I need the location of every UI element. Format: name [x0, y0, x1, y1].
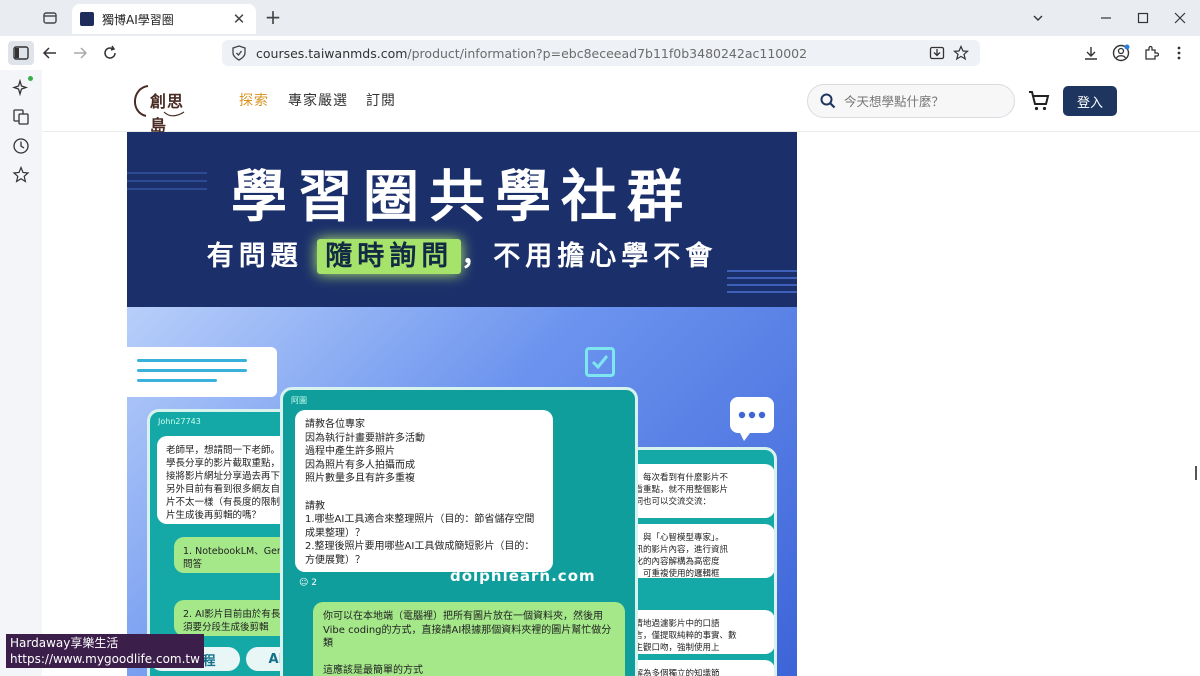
nav-subscribe[interactable]: 訂閱 [366, 90, 396, 110]
banner-subtitle: 有問題 隨時詢問 ，不用擔心學不會 [127, 234, 797, 274]
login-button[interactable]: 登入 [1063, 86, 1117, 116]
site-favicon-icon [80, 12, 94, 26]
tab-overview-icon[interactable] [38, 6, 62, 30]
notification-dot [28, 76, 33, 81]
web-page: 創思島 探索 專家嚴選 訂閱 登入 學習圈共學社群 有問題 隨時詢問，不用擔心學… [42, 70, 1200, 676]
watermark-line-1: Hardaway享樂生活 [10, 636, 119, 650]
profile-icon[interactable] [1109, 41, 1133, 65]
nav-explore[interactable]: 探索 [239, 90, 269, 110]
course-banner-image: 學習圈共學社群 有問題 隨時詢問 ，不用擔心學不會 John27743 老師早，想… [127, 132, 797, 676]
forward-arrow-icon[interactable] [68, 41, 92, 65]
downloads-icon[interactable] [1079, 41, 1103, 65]
card-right-text-4: 影片拆解為多個獨立的知識節 [630, 660, 774, 676]
new-tab-button[interactable]: + [262, 6, 284, 28]
card-right-text-2: 架構師」與「心智模型專家」。 取高雜訊的影片內容，進行資訊 、口語化的內容解構為… [630, 524, 774, 578]
install-app-icon[interactable] [928, 44, 946, 62]
banner-title: 學習圈共學社群 [231, 164, 693, 230]
chat-bubble-icon [730, 397, 774, 441]
photographer-watermark: Hardaway享樂生活 https://www.mygoodlife.com.… [6, 634, 204, 668]
shopping-cart-icon[interactable] [1027, 89, 1051, 113]
tab-title: 獨博AI學習圈 [102, 12, 174, 27]
site-info-shield-icon[interactable] [232, 45, 246, 61]
favorites-star-icon[interactable] [11, 165, 31, 185]
back-arrow-icon[interactable] [38, 41, 62, 65]
banner-stripe-decoration-right [727, 270, 797, 298]
browser-toolbar: courses.taiwanmds.com/product/informatio… [0, 36, 1200, 70]
extensions-puzzle-icon[interactable] [1139, 41, 1163, 65]
banner-subtitle-post: ，不用擔心學不會 [461, 241, 718, 272]
reaction-emoji-icon: ☺ [299, 578, 309, 588]
browser-tab[interactable]: 獨博AI學習圈 ✕ [72, 4, 256, 34]
card-center-username: 阿圖 [291, 396, 307, 405]
message-box-decoration [127, 347, 277, 397]
banner-illustration: John27743 老師早，想請問一下老師。 學長分享的影片截取重點，需 接將影… [127, 307, 797, 676]
chat-card-center: 阿圖 請教各位專家 因為執行計畫要辦許多活動 過程中產生許多照片 因為照片有多人… [280, 387, 638, 676]
logo-text: 創思島 [150, 92, 185, 135]
card-right-text-3: **：無情地過濾影片中的口語 客套發言，僅提取純粹的事實、數 講者的主觀口吻，強… [630, 610, 774, 654]
chat-card-right: 提示詞，每次看到有什麼影片不 示詞去看重點，就不用整個影片 的提示詞也可以交流交… [627, 447, 777, 676]
maximize-button[interactable] [1133, 8, 1153, 28]
tab-list-chevron-icon[interactable] [1028, 8, 1048, 28]
course-search[interactable] [807, 84, 1015, 118]
collections-icon[interactable] [11, 107, 31, 127]
minimize-button[interactable] [1096, 8, 1116, 28]
history-clock-icon[interactable] [11, 136, 31, 156]
search-input[interactable] [844, 93, 994, 109]
card-right-text-1: 提示詞，每次看到有什麼影片不 示詞去看重點，就不用整個影片 的提示詞也可以交流交… [630, 464, 774, 518]
reload-icon[interactable] [98, 41, 122, 65]
card-center-question: 請教各位專家 因為執行計畫要辦許多活動 過程中產生許多照片 因為照片有多人拍攝而… [295, 410, 553, 572]
close-window-button[interactable] [1170, 8, 1190, 28]
browser-side-panel [0, 70, 42, 676]
copilot-sparkle-icon[interactable] [11, 78, 31, 98]
site-logo[interactable]: 創思島 [128, 82, 200, 135]
more-menu-icon[interactable] [1167, 41, 1191, 65]
url-text[interactable]: courses.taiwanmds.com/product/informatio… [256, 46, 922, 61]
close-tab-icon[interactable]: ✕ [230, 10, 248, 28]
banner-domain-watermark: dolphlearn.com [450, 567, 596, 585]
checkbox-icon [585, 347, 615, 377]
url-path: /product/information?p=ebc8eceead7b11f0b… [407, 45, 808, 61]
banner-header-area: 學習圈共學社群 有問題 隨時詢問 ，不用擔心學不會 [127, 132, 797, 307]
site-header: 創思島 探索 專家嚴選 訂閱 登入 [42, 70, 1200, 135]
banner-subtitle-pre: 有問題 [206, 241, 303, 272]
scrollbar-thumb[interactable] [1195, 466, 1197, 480]
address-bar[interactable]: courses.taiwanmds.com/product/informatio… [222, 40, 980, 66]
sidebar-toggle-icon[interactable] [8, 41, 34, 65]
bookmark-star-icon[interactable] [952, 44, 970, 62]
reaction-count: 2 [311, 578, 317, 588]
card-center-answer: 你可以在本地端（電腦裡）把所有圖片放在一個資料夾，然後用Vibe coding的… [313, 602, 625, 676]
browser-tab-bar: 獨博AI學習圈 ✕ + [0, 0, 1200, 36]
watermark-line-2: https://www.mygoodlife.com.tw [10, 652, 200, 666]
url-host: courses.taiwanmds.com [256, 45, 408, 61]
nav-expert-picks[interactable]: 專家嚴選 [288, 90, 348, 110]
search-icon [820, 93, 836, 109]
banner-subtitle-highlight: 隨時詢問 [317, 239, 462, 274]
card-center-reaction: ☺ 2 [299, 578, 317, 588]
